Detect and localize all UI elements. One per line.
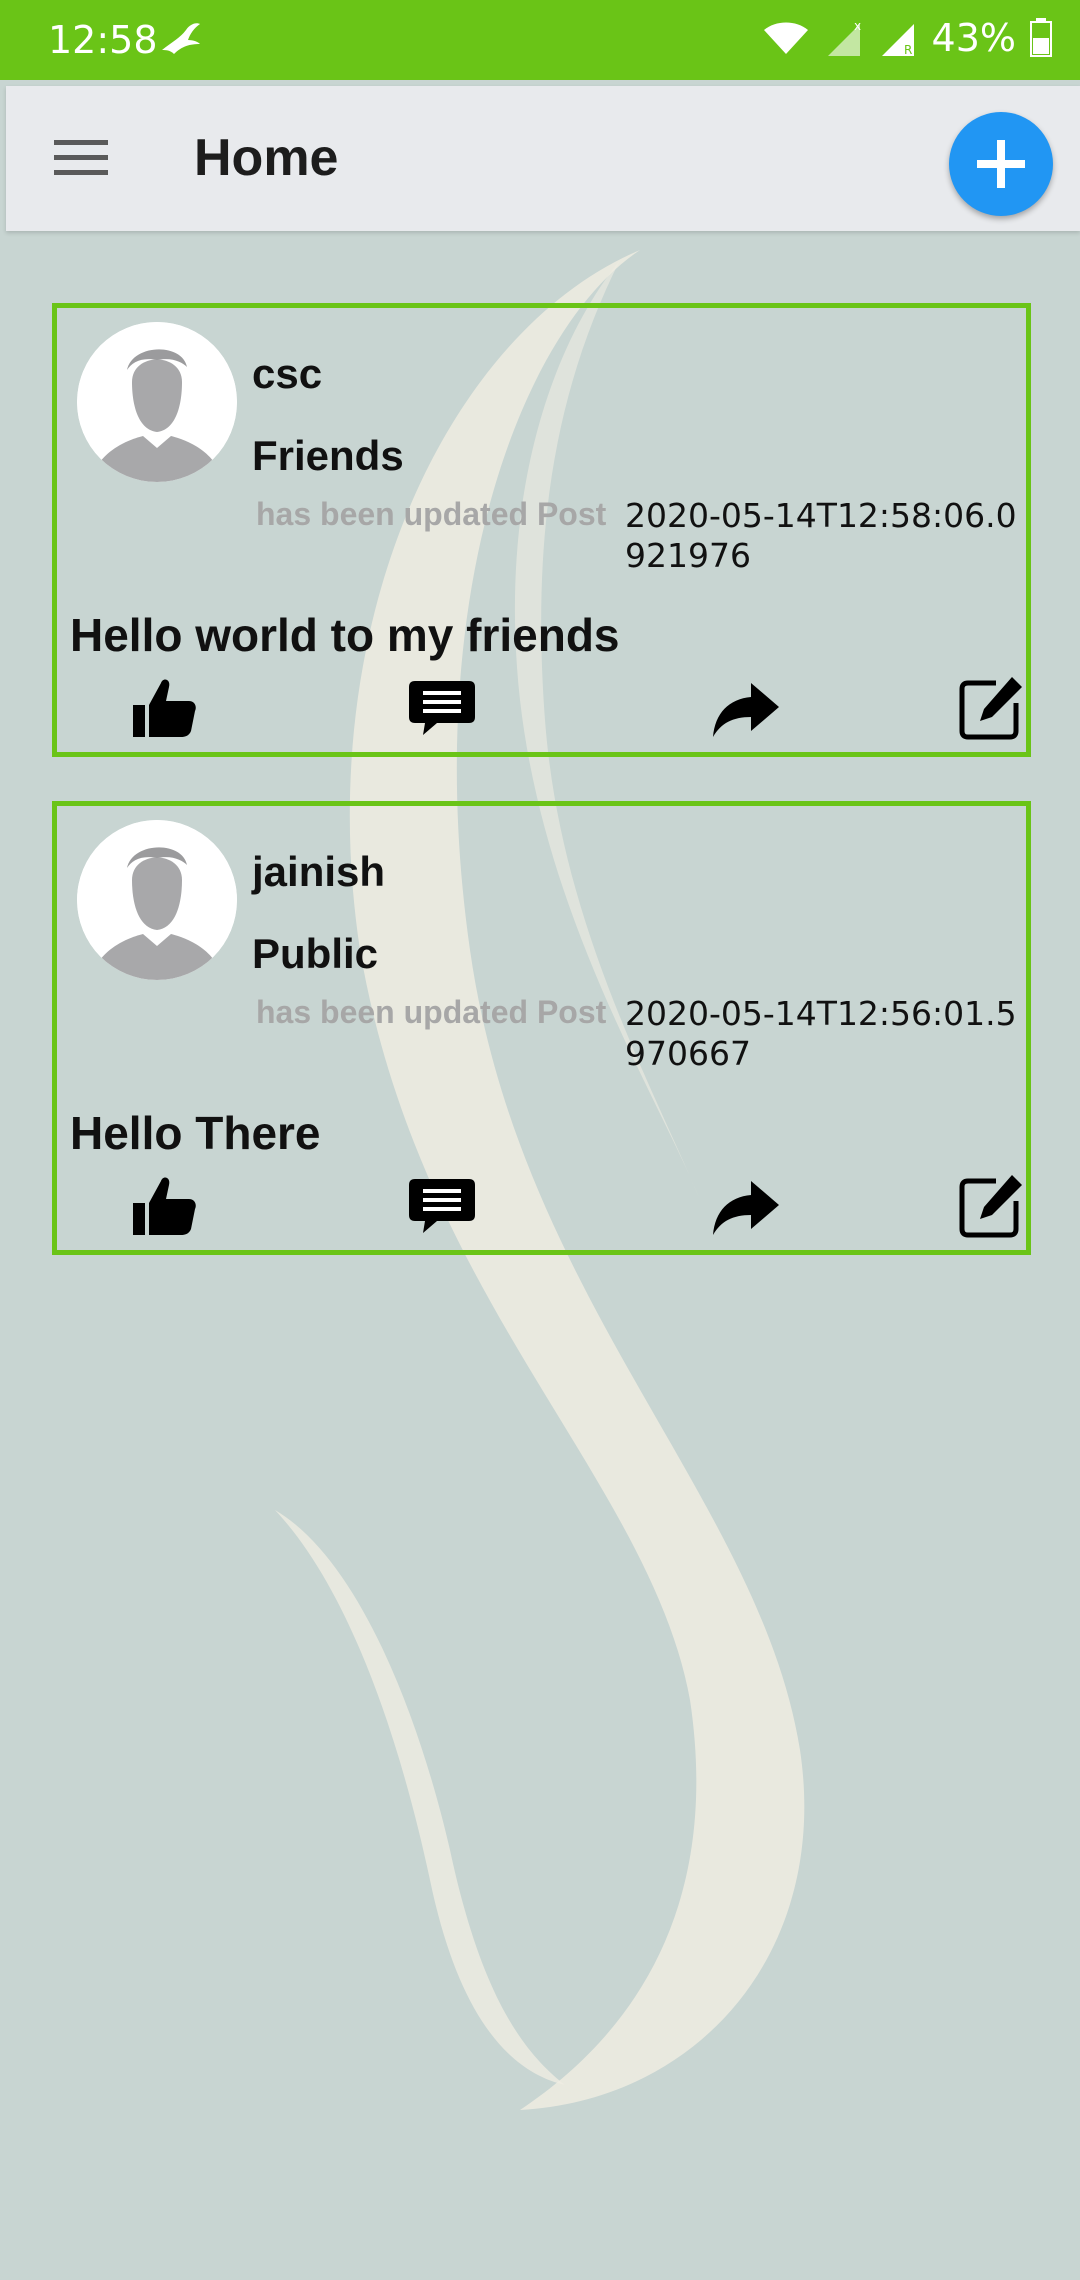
app-bar: Home — [6, 86, 1080, 231]
default-avatar-icon — [77, 820, 237, 980]
avatar[interactable] — [77, 322, 237, 482]
thumbs-up-icon[interactable] — [129, 1171, 199, 1241]
page-title: Home — [194, 129, 339, 187]
updated-label: has been updated Post — [256, 994, 607, 1030]
post-text: Hello There — [70, 1107, 321, 1159]
status-bar: 12:58 x R 43% — [0, 0, 1080, 80]
plus-icon — [977, 140, 1025, 188]
hamburger-menu-icon[interactable] — [54, 138, 108, 178]
status-right: x R 43% — [762, 16, 1052, 60]
svg-text:x: x — [854, 19, 861, 33]
avatar[interactable] — [77, 820, 237, 980]
edit-icon[interactable] — [956, 673, 1026, 743]
post-timestamp: 2020-05-14T12:56:01.5970667 — [625, 994, 1017, 1073]
share-arrow-icon[interactable] — [711, 1171, 781, 1241]
signal-icon: x — [827, 19, 861, 56]
battery-icon — [1030, 18, 1052, 57]
post-card[interactable]: csc Friends has been updated Post 2020-0… — [52, 303, 1031, 757]
user-name[interactable]: jainish — [252, 848, 385, 896]
post-text: Hello world to my friends — [70, 609, 620, 661]
privacy-label: Public — [252, 930, 379, 977]
default-avatar-icon — [77, 322, 237, 482]
signal-roaming-icon: R — [881, 24, 914, 57]
comment-icon[interactable] — [407, 1171, 477, 1241]
status-time: 12:58 — [48, 18, 158, 62]
privacy-label: Friends — [252, 432, 404, 479]
post-timestamp: 2020-05-14T12:58:06.0921976 — [625, 496, 1017, 575]
app-notification-icon — [162, 23, 200, 54]
wifi-icon — [763, 22, 808, 54]
edit-icon[interactable] — [956, 1171, 1026, 1241]
thumbs-up-icon[interactable] — [129, 673, 199, 743]
share-arrow-icon[interactable] — [711, 673, 781, 743]
comment-icon[interactable] — [407, 673, 477, 743]
add-post-button[interactable] — [949, 112, 1053, 216]
post-card[interactable]: jainish Public has been updated Post 202… — [52, 801, 1031, 1255]
svg-text:R: R — [904, 43, 912, 57]
updated-label: has been updated Post — [256, 496, 607, 532]
battery-percent: 43% — [931, 16, 1016, 60]
user-name[interactable]: csc — [252, 350, 322, 398]
